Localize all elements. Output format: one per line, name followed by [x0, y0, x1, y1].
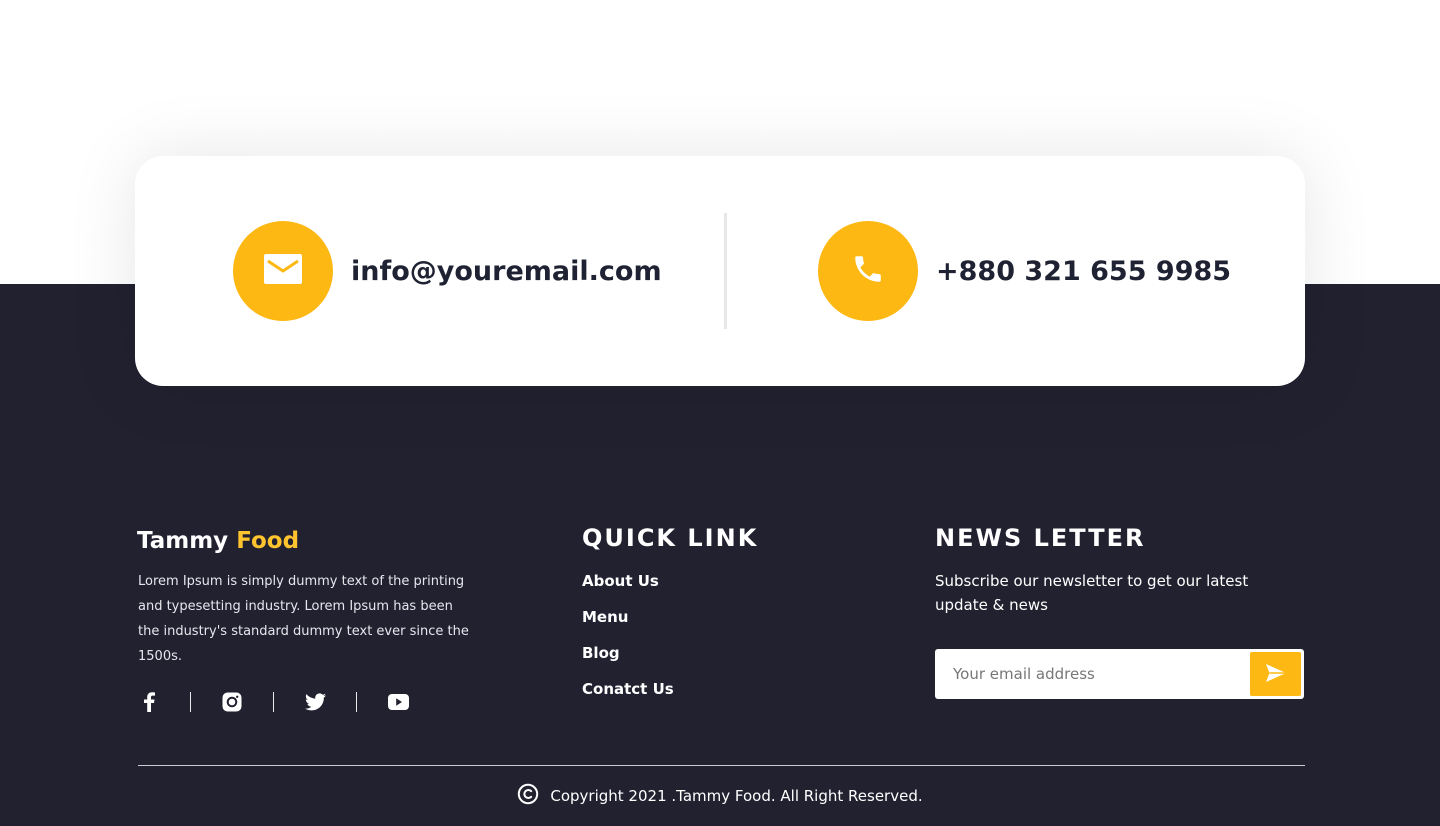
social-separator — [356, 692, 357, 712]
quick-link-title: QUICK LINK — [582, 524, 759, 552]
phone-icon-circle — [818, 221, 918, 321]
brand-name-part2: Food — [236, 528, 300, 554]
quick-link-blog[interactable]: Blog — [582, 642, 674, 678]
newsletter-description: Subscribe our newsletter to get our late… — [935, 572, 1249, 614]
newsletter-email-input[interactable] — [935, 649, 1245, 699]
brand-name-part1: Tammy — [137, 528, 229, 554]
twitter-icon[interactable] — [304, 691, 326, 713]
social-links — [138, 690, 409, 714]
contact-card: info@youremail.com +880 321 655 9985 — [135, 156, 1305, 386]
newsletter-submit-button[interactable] — [1250, 652, 1301, 696]
brand-description: Lorem Ipsum is simply dummy text of the … — [138, 574, 469, 664]
email-icon-circle — [233, 221, 333, 321]
quick-link-about-us[interactable]: About Us — [582, 570, 674, 606]
copyright-icon — [517, 783, 539, 810]
phone-icon — [851, 252, 885, 291]
quick-link-menu[interactable]: Menu — [582, 606, 674, 642]
social-separator — [273, 692, 274, 712]
copyright-text: Copyright 2021 .Tammy Food. All Right Re… — [550, 787, 923, 805]
social-separator — [190, 692, 191, 712]
contact-divider — [724, 213, 727, 329]
newsletter-form — [935, 649, 1304, 699]
quick-link-contact-us[interactable]: Conatct Us — [582, 678, 674, 714]
facebook-icon[interactable] — [138, 691, 160, 713]
instagram-icon[interactable] — [221, 691, 243, 713]
footer-divider — [138, 765, 1305, 766]
youtube-icon[interactable] — [387, 691, 409, 713]
send-icon — [1265, 663, 1287, 686]
phone-text[interactable]: +880 321 655 9985 — [936, 256, 1231, 287]
quick-links-list: About Us Menu Blog Conatct Us — [582, 570, 674, 714]
mail-icon — [264, 253, 302, 289]
footer-brand[interactable]: Tammy Food — [137, 528, 299, 554]
contact-phone[interactable]: +880 321 655 9985 — [818, 221, 1231, 321]
newsletter-title: NEWS LETTER — [935, 524, 1146, 552]
copyright-bar: Copyright 2021 .Tammy Food. All Right Re… — [0, 783, 1440, 810]
email-text[interactable]: info@youremail.com — [351, 256, 662, 287]
contact-email[interactable]: info@youremail.com — [233, 221, 662, 321]
